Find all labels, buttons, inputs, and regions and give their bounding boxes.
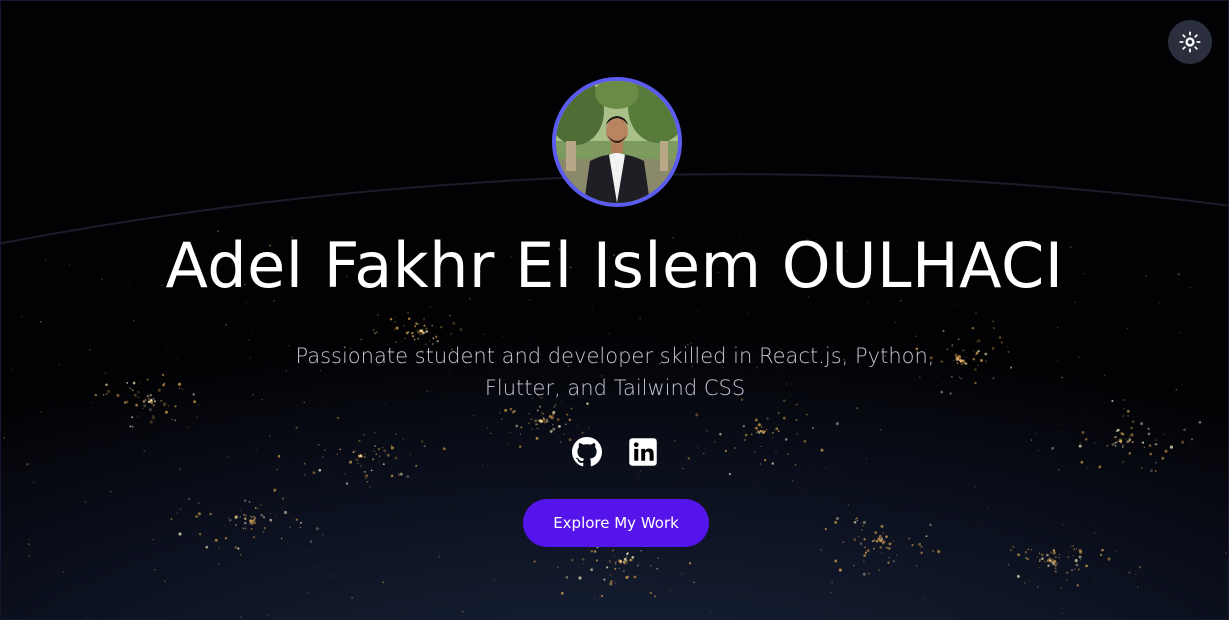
linkedin-link[interactable] (627, 436, 659, 468)
explore-work-button[interactable]: Explore My Work (523, 499, 709, 547)
tagline: Passionate student and developer skilled… (295, 344, 935, 400)
github-link[interactable] (571, 436, 603, 468)
avatar (552, 77, 682, 207)
social-links (1, 436, 1228, 468)
linkedin-icon (628, 438, 657, 466)
github-icon (571, 437, 602, 467)
profile-photo (556, 81, 678, 203)
theme-toggle-button[interactable] (1168, 20, 1212, 64)
page-title: Adel Fakhr El Islem OULHACI (165, 229, 1064, 302)
hero-section: Adel Fakhr El Islem OULHACI Passionate s… (0, 0, 1229, 620)
sun-icon (1179, 31, 1201, 53)
